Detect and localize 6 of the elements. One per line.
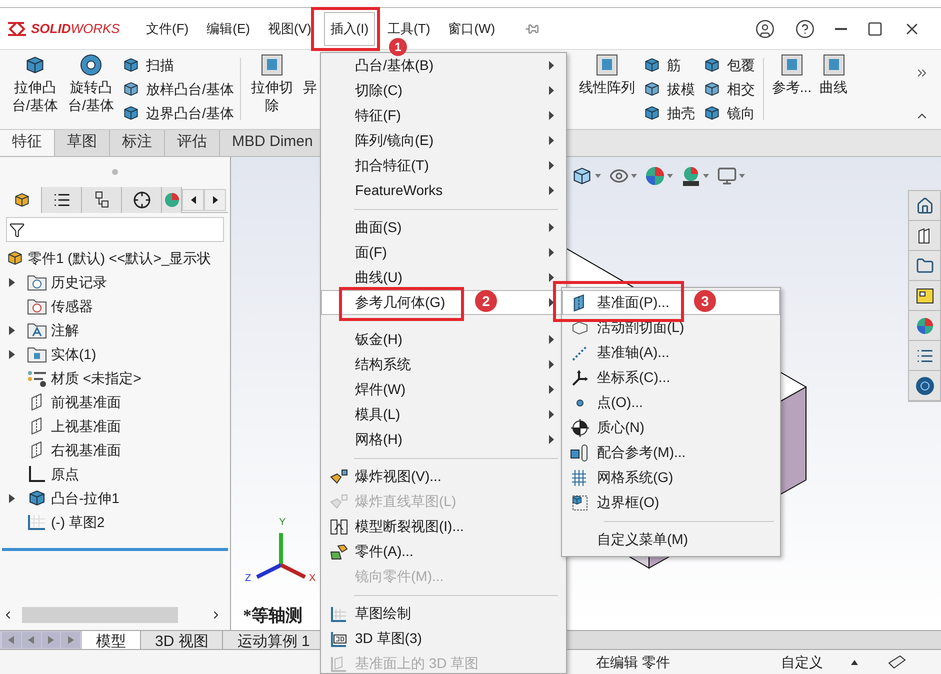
ribbon-label: 异: [302, 78, 317, 96]
status-text: 在编辑 零件: [596, 652, 670, 672]
status-text: 自定义: [780, 652, 823, 672]
view-orientation-label: *等轴测: [243, 604, 302, 626]
logo-text: SOLIDWORKS: [31, 20, 120, 38]
axis-triad-drawing: Y Z X: [243, 515, 319, 583]
